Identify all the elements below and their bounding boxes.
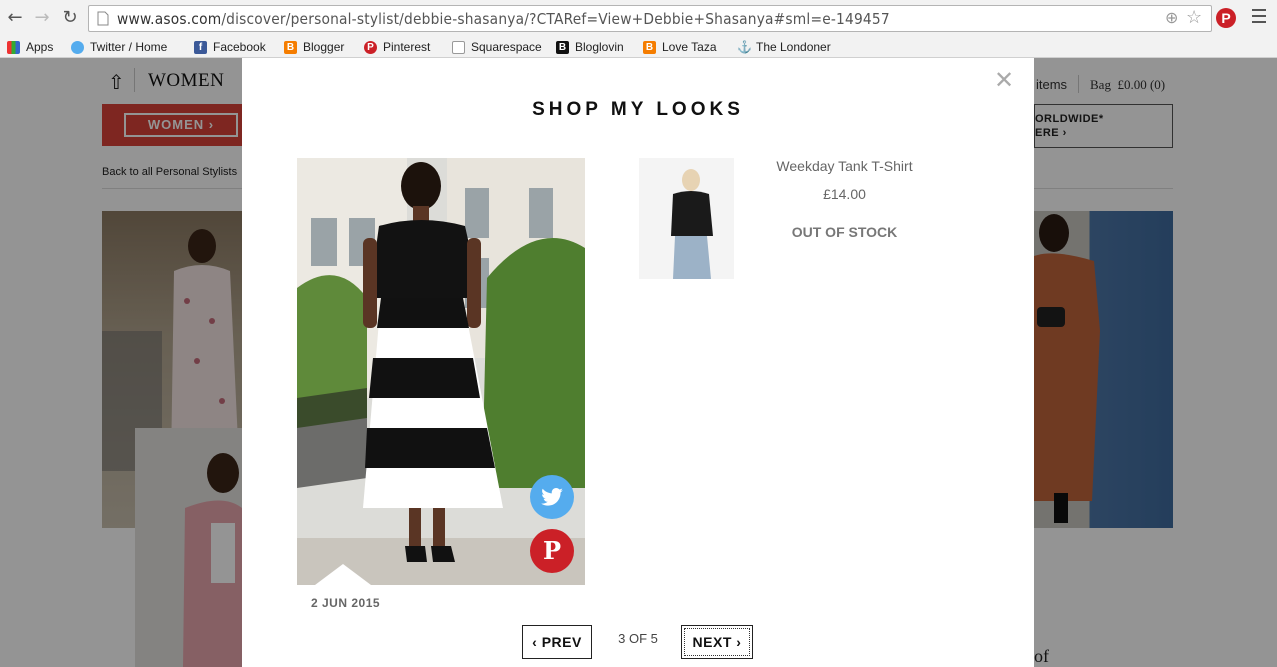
bookmark-label: Bloglovin [575,40,624,54]
back-arrow-icon[interactable]: ← [5,8,25,28]
bookmark-label: Pinterest [383,40,431,54]
apps-grid-icon [7,40,20,54]
look-main-photo: P [297,158,585,585]
star-icon[interactable]: ☆ [1186,7,1202,28]
close-icon[interactable]: ✕ [994,66,1014,94]
pager-position: 3 OF 5 [618,631,658,646]
facebook-icon: f [194,40,207,54]
pinterest-extension-icon[interactable]: P [1216,8,1236,28]
url-text: www.asos.com/discover/personal-stylist/d… [117,10,890,28]
menu-icon[interactable] [1252,9,1266,23]
page-icon [452,40,465,54]
browser-toolbar: ← → ↻ www.asos.com/discover/personal-sty… [0,0,1277,36]
bookmark-label: Facebook [213,40,266,54]
url-path: /discover/personal-stylist/debbie-shasan… [221,10,890,28]
bookmark-label: Blogger [303,40,345,54]
look-date: 2 JUN 2015 [311,596,381,610]
chevron-left-icon: ‹ [532,634,542,650]
address-bar[interactable]: www.asos.com/discover/personal-stylist/d… [88,5,1212,32]
twitter-bird-icon [71,40,84,54]
bookmark-label: The Londoner [756,40,831,54]
blogger-icon: B [643,40,656,54]
prev-label: PREV [541,634,582,650]
bookmarks-bar: Apps Twitter / Home f Facebook B Blogger P… [0,36,1277,58]
bookmark-twitter[interactable]: Twitter / Home [71,39,167,55]
twitter-share-icon[interactable] [530,475,574,519]
zoom-icon[interactable]: ⊕ [1165,8,1178,28]
bookmark-bloglovin[interactable]: B Bloglovin [556,39,624,55]
next-button[interactable]: NEXT › [681,625,753,659]
bookmark-label: Twitter / Home [90,40,168,54]
bookmark-the-londoner[interactable]: ⚓ The Londoner [737,39,831,55]
chevron-right-icon: › [731,634,742,650]
bookmark-apps[interactable]: Apps [7,39,53,55]
page-icon [97,11,109,26]
blogger-icon: B [284,40,297,54]
pinterest-share-icon[interactable]: P [530,529,574,573]
stock-status: OUT OF STOCK [791,224,898,240]
forward-arrow-icon[interactable]: → [32,8,52,28]
bookmark-pinterest[interactable]: P Pinterest [364,39,430,55]
anchor-icon: ⚓ [737,39,752,54]
next-label: NEXT [692,634,732,650]
bookmark-love-taza[interactable]: B Love Taza [643,39,717,55]
bookmark-label: Squarespace [471,40,542,54]
bloglovin-icon: B [556,40,569,54]
url-host: www.asos.com [117,10,222,28]
product-name[interactable]: Weekday Tank T-Shirt [742,158,947,174]
bookmark-facebook[interactable]: f Facebook [194,39,266,55]
modal-title: SHOP MY LOOKS [532,99,744,120]
product-thumbnail[interactable] [639,158,734,279]
bookmark-label: Apps [26,40,54,54]
bookmark-label: Love Taza [662,40,717,54]
reload-icon[interactable]: ↻ [60,8,80,28]
bookmark-squarespace[interactable]: Squarespace [452,39,542,55]
shop-my-looks-modal: ✕ SHOP MY LOOKS P 2 JUN 2015 Weekday Tan… [242,58,1034,667]
pinterest-icon: P [364,40,377,54]
prev-button[interactable]: ‹ PREV [522,625,592,659]
look-main-photo-illustration [297,158,585,585]
product-price: £14.00 [823,186,866,202]
bookmark-blogger[interactable]: B Blogger [284,39,344,55]
product-thumbnail-image [671,169,713,279]
